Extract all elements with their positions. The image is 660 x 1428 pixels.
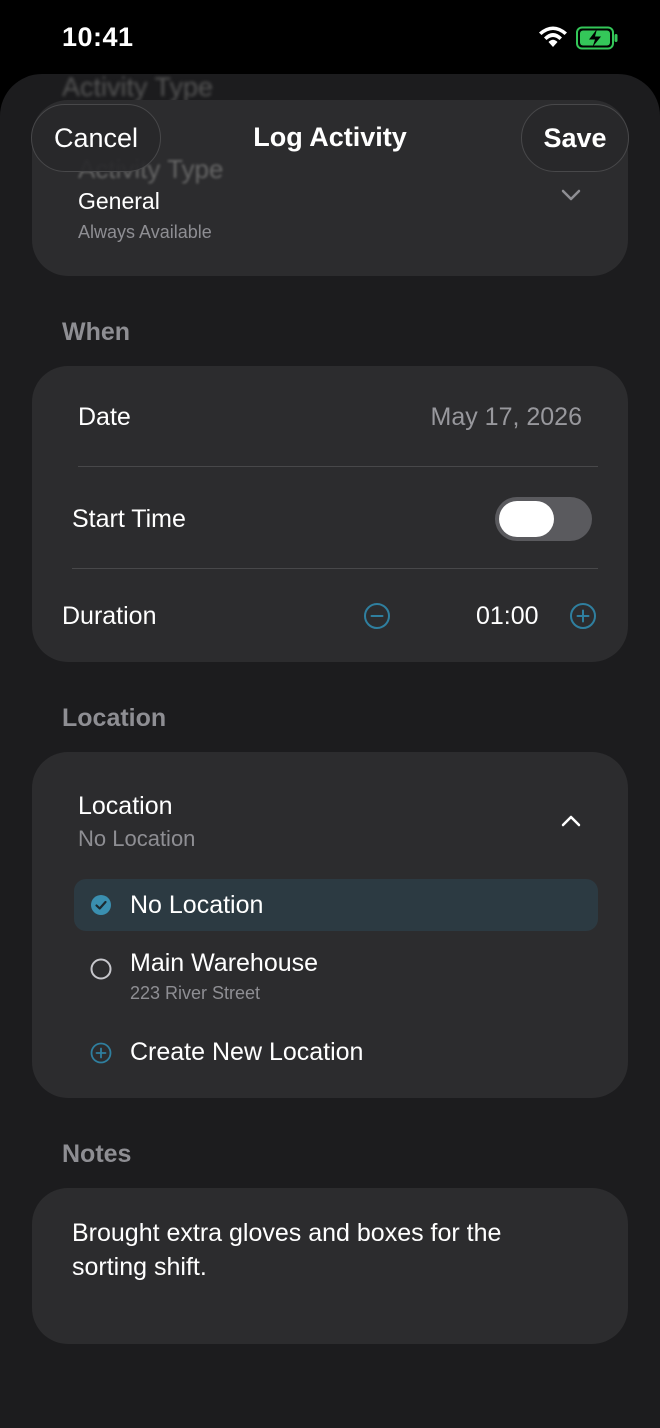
date-label: Date: [78, 403, 131, 431]
duration-label: Duration: [62, 602, 157, 630]
location-title: Location: [78, 792, 173, 820]
save-button[interactable]: Save: [521, 104, 629, 172]
chevron-up-icon: [561, 815, 581, 827]
start-time-toggle[interactable]: [495, 497, 592, 541]
location-picker-header[interactable]: Location No Location: [32, 752, 628, 872]
scrolled-header-ghost: Activity Type: [62, 74, 214, 102]
location-option-main-warehouse[interactable]: Main Warehouse 223 River Street: [74, 944, 598, 1008]
chevron-down-icon: [561, 189, 581, 201]
plus-circle-icon[interactable]: [569, 602, 597, 630]
activity-type-subtitle: Always Available: [78, 222, 212, 242]
checkmark-circle-icon: [91, 895, 111, 915]
activity-type-value: General: [78, 188, 160, 214]
section-header-location: Location: [62, 704, 167, 732]
location-option-no-location[interactable]: No Location: [74, 879, 598, 931]
radio-circle-icon: [90, 958, 112, 980]
battery-charging-icon: [576, 26, 618, 50]
wifi-icon: [539, 26, 567, 47]
option-address: 223 River Street: [130, 983, 261, 1003]
status-bar: 10:41: [0, 0, 660, 74]
option-label: Main Warehouse: [130, 949, 319, 977]
notes-text: Brought extra gloves and boxes for the s…: [72, 1219, 502, 1281]
toggle-knob: [499, 501, 554, 537]
status-time: 10:41: [62, 22, 134, 52]
duration-value: 01:00: [476, 602, 539, 630]
location-card: Location No Location No Location Main Wa…: [32, 752, 628, 1098]
date-picker[interactable]: May 17, 2026: [431, 403, 583, 432]
notes-field[interactable]: Brought extra gloves and boxes for the s…: [32, 1188, 628, 1344]
minus-circle-icon[interactable]: [363, 602, 391, 630]
start-time-label: Start Time: [72, 505, 186, 533]
divider: [78, 466, 598, 467]
create-new-location-button[interactable]: Create New Location: [74, 1032, 598, 1076]
option-label: No Location: [130, 891, 264, 919]
section-header-notes: Notes: [62, 1140, 132, 1168]
location-selected-value: No Location: [78, 826, 196, 851]
when-card: Date May 17, 2026 Start Time Duration 01…: [32, 366, 628, 662]
section-header-when: When: [62, 318, 131, 346]
log-activity-sheet: Activity Type Activity Type General Alwa…: [0, 74, 660, 1428]
plus-circle-icon: [90, 1042, 112, 1064]
create-location-label: Create New Location: [130, 1038, 364, 1066]
divider: [72, 568, 598, 569]
